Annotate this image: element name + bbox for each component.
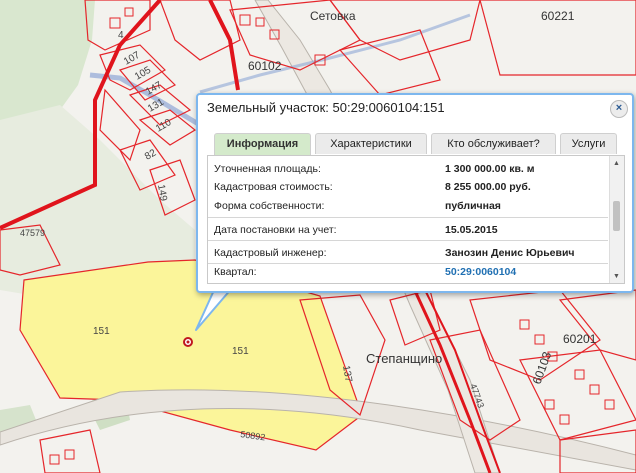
scroll-up-arrow-icon[interactable]: ▲ [613, 160, 620, 167]
info-panel[interactable]: Уточненная площадь: 1 300 000.00 кв. м К… [207, 155, 625, 284]
close-button[interactable]: × [610, 100, 628, 118]
tab-who-serves[interactable]: Кто обслуживает? [431, 133, 556, 154]
info-key: Квартал: [214, 266, 257, 278]
info-value: 15.05.2015 [445, 224, 498, 236]
info-row-ownership: Форма собственности: публичная [214, 198, 606, 215]
scrollbar-thumb[interactable] [613, 201, 620, 231]
info-key: Кадастровый инженер: [214, 247, 327, 259]
place-label-setovka: Сетовка [310, 9, 356, 23]
info-row-cadastral-engineer: Кадастровый инженер: Занозин Денис Юрьев… [214, 245, 606, 262]
quarter-label-60221: 60221 [541, 9, 575, 23]
parcel-info-popup: Земельный участок: 50:29:0060104:151 × И… [196, 93, 634, 293]
info-key: Кадастровая стоимость: [214, 181, 333, 193]
info-row-cadastral-cost: Кадастровая стоимость: 8 255 000.00 руб. [214, 179, 606, 196]
popup-title: Земельный участок: 50:29:0060104:151 [207, 100, 445, 115]
quarter-label-60102: 60102 [248, 59, 282, 73]
scroll-down-arrow-icon[interactable]: ▼ [613, 273, 620, 280]
tab-services[interactable]: Услуги [560, 133, 617, 154]
info-row-area: Уточненная площадь: 1 300 000.00 кв. м [214, 161, 606, 178]
info-key: Форма собственности: [214, 200, 325, 212]
divider [208, 217, 608, 218]
info-row-quarter: Квартал: 50:29:0060104 [214, 264, 606, 281]
quarter-label-60201: 60201 [563, 332, 597, 346]
info-value: 8 255 000.00 руб. [445, 181, 531, 193]
road-label-47579: 47579 [20, 228, 45, 238]
parcel-label-151-west: 151 [93, 326, 110, 337]
tab-information[interactable]: Информация [214, 133, 311, 155]
info-key: Дата постановки на учет: [214, 224, 337, 236]
info-value: Занозин Денис Юрьевич [445, 247, 575, 259]
quarter-link[interactable]: 50:29:0060104 [445, 266, 516, 278]
parcel-label-151-east: 151 [232, 346, 249, 357]
parcel-label-4: 4 [118, 30, 124, 41]
panel-scrollbar[interactable]: ▲ ▼ [609, 156, 624, 283]
info-value: 1 300 000.00 кв. м [445, 163, 535, 175]
info-row-registration-date: Дата постановки на учет: 15.05.2015 [214, 222, 606, 239]
divider [208, 240, 608, 241]
place-label-stepanshchino: Степанщино [366, 351, 442, 366]
info-value: публичная [445, 200, 501, 212]
tab-characteristics[interactable]: Характеристики [315, 133, 427, 154]
info-key: Уточненная площадь: [214, 163, 321, 175]
